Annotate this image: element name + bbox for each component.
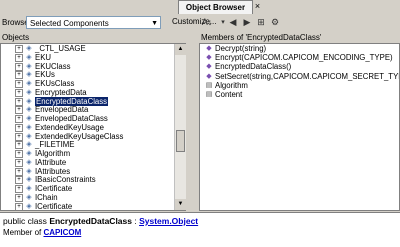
class-icon: ◈ bbox=[26, 115, 32, 122]
sort-icon[interactable]: A↓ bbox=[200, 16, 214, 29]
scroll-thumb[interactable] bbox=[176, 130, 185, 152]
class-icon: ◈ bbox=[26, 202, 32, 210]
scroll-down-icon[interactable]: ▼ bbox=[175, 199, 186, 210]
class-icon: ◈ bbox=[26, 132, 32, 140]
browse-select[interactable]: Selected Components ▼ bbox=[26, 16, 161, 29]
class-icon: ◈ bbox=[26, 80, 32, 87]
members-header: Members of 'EncryptedDataClass' bbox=[201, 33, 322, 42]
member-label: Content bbox=[215, 90, 243, 99]
property-icon: ▤ bbox=[205, 91, 213, 98]
class-icon: ◈ bbox=[26, 141, 32, 149]
member-label: SetSecret(string,CAPICOM.CAPICOM_SECRET_… bbox=[215, 71, 400, 81]
class-icon: ◈ bbox=[26, 71, 32, 79]
namespace-link[interactable]: CAPICOM bbox=[43, 228, 81, 237]
class-icon: ◈ bbox=[26, 150, 32, 157]
class-icon: ◈ bbox=[26, 123, 32, 131]
method-icon: ◆ bbox=[206, 63, 212, 71]
members-list[interactable]: ◆ Decrypt(string) ◆ Encrypt(CAPICOM.CAPICOM… bbox=[199, 43, 400, 211]
tree-item-label: ICertificate bbox=[35, 201, 73, 211]
class-icon: ◈ bbox=[26, 45, 32, 52]
signature-prefix: public class bbox=[3, 216, 50, 226]
class-icon: ◈ bbox=[26, 193, 32, 201]
signature-separator: : bbox=[131, 216, 140, 226]
member-label: Algorithm bbox=[215, 80, 248, 90]
member-label: EncryptedDataClass() bbox=[215, 62, 292, 72]
base-class-link[interactable]: System.Object bbox=[139, 216, 198, 226]
objects-scrollbar[interactable]: ▲ ▼ bbox=[174, 44, 186, 210]
chevron-down-icon[interactable]: ▼ bbox=[151, 17, 158, 30]
close-icon[interactable]: × bbox=[252, 1, 263, 12]
member-of-label: Member of bbox=[3, 228, 44, 237]
class-signature: public class EncryptedDataClass : System… bbox=[3, 216, 198, 226]
method-icon: ◆ bbox=[206, 72, 212, 80]
back-icon[interactable]: ◀ bbox=[226, 16, 240, 29]
expand-icon[interactable]: + bbox=[15, 202, 23, 210]
method-icon: ◆ bbox=[206, 45, 212, 52]
class-icon: ◈ bbox=[26, 167, 32, 175]
forward-icon[interactable]: ▶ bbox=[240, 16, 254, 29]
scroll-up-icon[interactable]: ▲ bbox=[175, 44, 186, 55]
settings-icon[interactable]: ⚙ bbox=[268, 16, 282, 29]
class-icon: ◈ bbox=[26, 106, 32, 114]
class-icon: ◈ bbox=[26, 176, 32, 184]
class-icon: ◈ bbox=[26, 88, 32, 96]
class-icon: ◈ bbox=[26, 62, 32, 70]
browse-select-value: Selected Components bbox=[30, 19, 109, 28]
class-icon: ◈ bbox=[26, 53, 32, 61]
class-icon: ◈ bbox=[26, 97, 32, 105]
add-reference-icon[interactable]: ⊞ bbox=[254, 16, 268, 29]
tree-item[interactable]: + ◈ ICertificate bbox=[1, 201, 173, 211]
class-icon: ◈ bbox=[26, 185, 32, 192]
member-label: Encrypt(CAPICOM.CAPICOM_ENCODING_TYPE) bbox=[215, 53, 393, 63]
member-label: Decrypt(string) bbox=[215, 44, 267, 53]
objects-tree[interactable]: + ◈ _CTL_USAGE + ◈ EKU + ◈ EKUClass + ◈ EKUs + ◈ EKUsC… bbox=[0, 43, 186, 211]
property-icon: ▤ bbox=[205, 81, 213, 89]
method-icon: ◆ bbox=[206, 54, 212, 62]
class-name: EncryptedDataClass bbox=[49, 216, 132, 226]
tab-object-browser[interactable]: Object Browser bbox=[178, 0, 253, 14]
class-icon: ◈ bbox=[26, 158, 32, 166]
member-of: Member of CAPICOM bbox=[3, 228, 81, 237]
objects-header: Objects bbox=[2, 33, 30, 42]
